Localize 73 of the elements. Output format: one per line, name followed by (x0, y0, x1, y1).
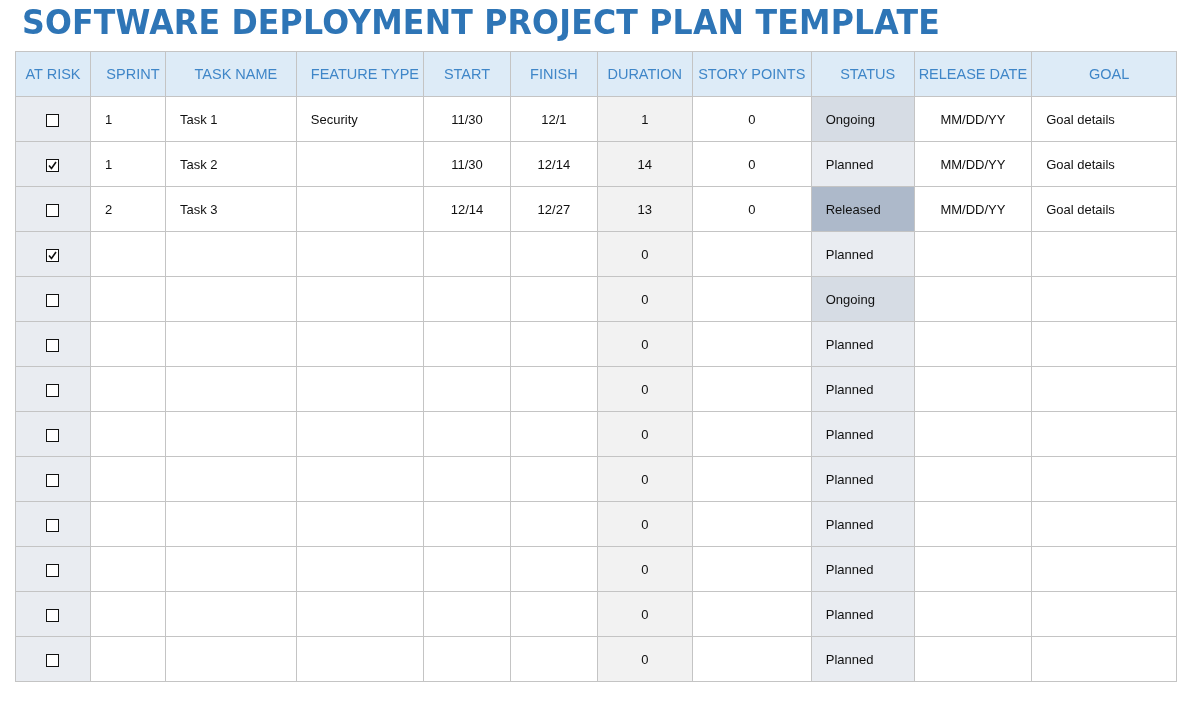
table-cell: 2 (90, 186, 166, 232)
table-cell: 0 (597, 591, 693, 637)
checkbox[interactable] (46, 473, 60, 487)
column-header: STATUS (811, 51, 915, 97)
checkbox[interactable] (46, 608, 60, 622)
checkbox[interactable] (46, 653, 60, 667)
status-cell: Planned (811, 321, 915, 367)
column-header: FINISH (510, 51, 598, 97)
table-cell: 0 (692, 96, 812, 142)
column-header: RELEASE DATE (914, 51, 1032, 97)
column-header: START (423, 51, 511, 97)
status-cell: Ongoing (811, 96, 915, 142)
table-cell: 12/27 (510, 186, 598, 232)
table-cell: 0 (597, 321, 693, 367)
checkbox[interactable] (46, 563, 60, 577)
status-cell: Planned (811, 456, 915, 502)
checkbox[interactable] (46, 293, 60, 307)
table-cell: 0 (597, 501, 693, 547)
status-cell: Planned (811, 231, 915, 277)
table-cell: 0 (597, 276, 693, 322)
table-cell: 12/1 (510, 96, 598, 142)
table-cell: Task 1 (165, 96, 297, 142)
table-cell: Security (296, 96, 424, 142)
status-cell: Planned (811, 546, 915, 592)
checkbox[interactable] (46, 518, 60, 532)
table-cell: MM/DD/YY (914, 186, 1032, 232)
column-header: AT RISK (15, 51, 91, 97)
table-cell: MM/DD/YY (914, 96, 1032, 142)
table-cell: 0 (597, 411, 693, 457)
table-cell: 0 (597, 456, 693, 502)
column-header: GOAL (1031, 51, 1177, 97)
checkbox[interactable] (46, 383, 60, 397)
status-cell: Planned (811, 366, 915, 412)
checkbox[interactable] (46, 248, 60, 262)
table-cell: 14 (597, 141, 693, 187)
status-cell: Planned (811, 141, 915, 187)
table-cell: 1 (597, 96, 693, 142)
table-cell: 0 (597, 636, 693, 682)
table-cell: Task 2 (165, 141, 297, 187)
table-cell: 13 (597, 186, 693, 232)
table-cell: 12/14 (423, 186, 511, 232)
status-cell: Planned (811, 591, 915, 637)
status-cell: Planned (811, 636, 915, 682)
status-cell: Released (811, 186, 915, 232)
table-cell: Goal details (1031, 96, 1177, 142)
column-header: DURATION (597, 51, 693, 97)
table-cell: 0 (692, 186, 812, 232)
column-header: FEATURE TYPE (296, 51, 424, 97)
table-cell: 0 (692, 141, 812, 187)
table-cell: 11/30 (423, 96, 511, 142)
column-header: STORY POINTS (692, 51, 812, 97)
checkbox[interactable] (46, 338, 60, 352)
checkbox[interactable] (46, 158, 60, 172)
table-cell: 12/14 (510, 141, 598, 187)
table-cell: 0 (597, 546, 693, 592)
status-cell: Planned (811, 501, 915, 547)
checkbox[interactable] (46, 428, 60, 442)
table-cell: Goal details (1031, 141, 1177, 187)
status-cell: Planned (811, 411, 915, 457)
column-header: SPRINT (90, 51, 166, 97)
table-cell: 11/30 (423, 141, 511, 187)
table-cell: Task 3 (165, 186, 297, 232)
column-header: TASK NAME (165, 51, 297, 97)
page-title: SOFTWARE DEPLOYMENT PROJECT PLAN TEMPLATE (22, 2, 941, 42)
table-cell: 1 (90, 96, 166, 142)
table-cell: Goal details (1031, 186, 1177, 232)
status-cell: Ongoing (811, 276, 915, 322)
table-cell: 1 (90, 141, 166, 187)
table-cell: MM/DD/YY (914, 141, 1032, 187)
checkbox[interactable] (46, 203, 60, 217)
table-cell: 0 (597, 231, 693, 277)
table-cell: 0 (597, 366, 693, 412)
checkbox[interactable] (46, 113, 60, 127)
